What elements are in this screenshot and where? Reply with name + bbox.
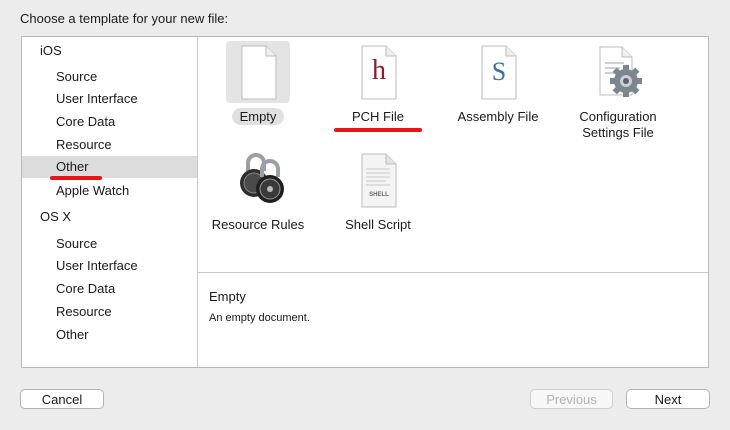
h-glyph: h <box>372 55 386 86</box>
sidebar-item-ios-apple-watch[interactable]: Apple Watch <box>22 180 197 202</box>
cancel-button[interactable]: Cancel <box>20 389 104 409</box>
sidebar-item-ios-other[interactable]: Other <box>22 156 197 178</box>
blank-document-icon <box>226 41 290 103</box>
template-chooser-panel: iOS Source User Interface Core Data Reso… <box>21 36 709 368</box>
template-label: Empty <box>231 108 285 125</box>
red-annotation-underline <box>50 176 102 180</box>
sidebar-item-osx-core-data[interactable]: Core Data <box>22 278 197 300</box>
dialog-title: Choose a template for your new file: <box>20 11 229 26</box>
sidebar-item-osx-user-interface[interactable]: User Interface <box>22 255 197 277</box>
template-label: Resource Rules <box>211 217 305 232</box>
next-button[interactable]: Next <box>626 389 710 409</box>
padlocks-icon <box>226 149 290 211</box>
description-text: An empty document. <box>209 312 310 324</box>
sidebar-item-osx-source[interactable]: Source <box>22 233 197 255</box>
template-label: Shell Script <box>345 217 411 232</box>
s-document-icon: S <box>466 41 530 103</box>
sidebar-item-ios-core-data[interactable]: Core Data <box>22 111 197 133</box>
shell-glyph: SHELL <box>369 192 389 198</box>
sidebar-item-ios-resource[interactable]: Resource <box>22 134 197 156</box>
h-document-icon: h <box>346 41 410 103</box>
s-glyph: S <box>491 57 507 86</box>
description-title: Empty <box>209 289 246 304</box>
sidebar-group-ios[interactable]: iOS <box>22 40 197 62</box>
template-assembly-file[interactable]: S Assembly File <box>438 41 558 131</box>
template-label: PCH File <box>351 109 404 124</box>
sidebar-group-osx[interactable]: OS X <box>22 206 197 228</box>
sidebar-item-osx-resource[interactable]: Resource <box>22 301 197 323</box>
template-label: Assembly File <box>457 109 539 124</box>
platform-sidebar: iOS Source User Interface Core Data Reso… <box>22 37 198 367</box>
template-description: Empty An empty document. <box>198 273 708 367</box>
template-pch-file[interactable]: h PCH File <box>318 41 438 132</box>
template-grid: Empty h PCH File S Assembly File Configu… <box>198 37 708 273</box>
sidebar-item-osx-other[interactable]: Other <box>22 324 197 346</box>
template-configuration-settings-file[interactable]: Configuration Settings File <box>558 41 678 141</box>
template-shell-script[interactable]: SHELL Shell Script <box>318 149 438 239</box>
red-annotation-underline <box>334 128 422 132</box>
sidebar-item-ios-user-interface[interactable]: User Interface <box>22 88 197 110</box>
previous-button[interactable]: Previous <box>530 389 613 409</box>
template-resource-rules[interactable]: Resource Rules <box>198 149 318 239</box>
template-label: Configuration Settings File <box>579 109 657 140</box>
shell-document-icon: SHELL <box>346 149 410 211</box>
gear-document-icon <box>586 41 650 103</box>
sidebar-item-ios-source[interactable]: Source <box>22 66 197 88</box>
template-empty[interactable]: Empty <box>198 41 318 131</box>
